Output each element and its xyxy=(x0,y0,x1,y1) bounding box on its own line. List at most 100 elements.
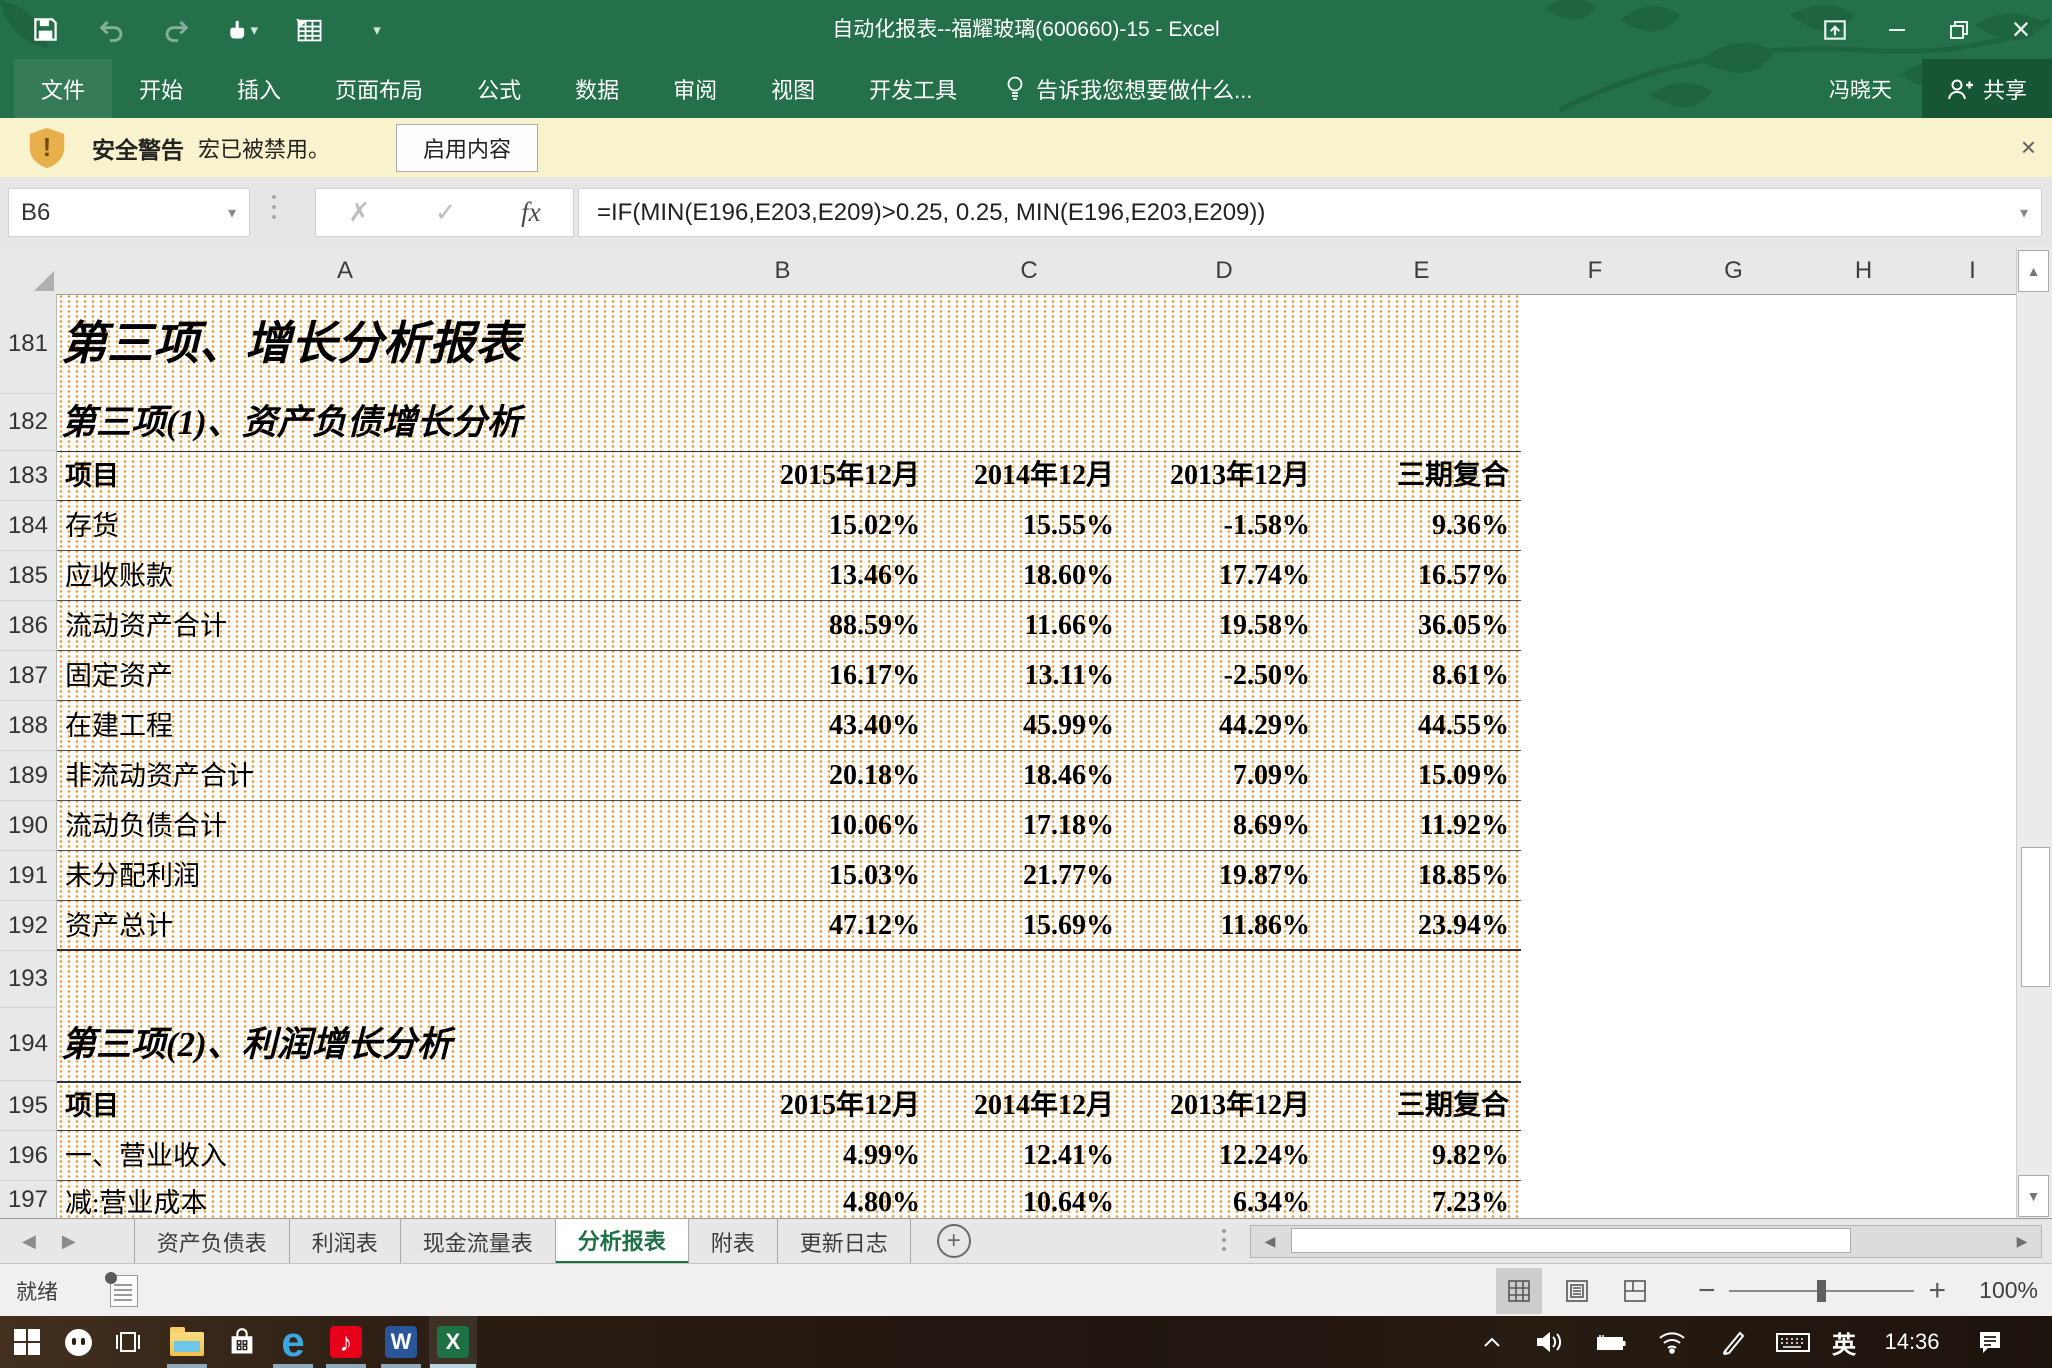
pen-button[interactable] xyxy=(1713,1316,1755,1368)
sheet-tab-analysis[interactable]: 分析报表 xyxy=(556,1219,689,1264)
cell-value[interactable]: 6.34% xyxy=(1126,1181,1322,1218)
warning-close-icon[interactable]: × xyxy=(2021,118,2036,177)
cell-value[interactable]: 43.40% xyxy=(633,701,932,750)
sheet-tab-cashflow[interactable]: 现金流量表 xyxy=(401,1219,556,1264)
section1-subtitle[interactable]: 第三项(1)、资产负债增长分析 xyxy=(57,394,1521,451)
cell-value[interactable]: 11.86% xyxy=(1126,901,1322,949)
zoom-out-icon[interactable]: − xyxy=(1698,1274,1716,1308)
table-row[interactable]: 固定资产 16.17% 13.11% -2.50% 8.61% xyxy=(57,651,1521,701)
header-item[interactable]: 项目 xyxy=(57,452,633,500)
tab-formulas[interactable]: 公式 xyxy=(450,59,548,118)
table-row[interactable]: 在建工程 43.40% 45.99% 44.29% 44.55% xyxy=(57,701,1521,751)
cell-value[interactable]: 45.99% xyxy=(932,701,1126,750)
row-header[interactable]: 192 xyxy=(0,901,57,951)
tab-file[interactable]: 文件 xyxy=(14,59,112,118)
column-header-b[interactable]: B xyxy=(633,247,933,295)
clock[interactable]: 14:36 xyxy=(1872,1316,1952,1368)
cell-value[interactable]: 19.58% xyxy=(1126,601,1322,650)
cell-value[interactable]: 19.87% xyxy=(1126,851,1322,900)
sheet-tab-income[interactable]: 利润表 xyxy=(290,1219,401,1264)
cell-value[interactable]: 15.03% xyxy=(633,851,932,900)
cell-label[interactable]: 固定资产 xyxy=(57,651,633,700)
row-header[interactable]: 197 xyxy=(0,1181,57,1218)
sheet-tab-balance[interactable]: 资产负债表 xyxy=(134,1219,290,1264)
cell-value[interactable]: 47.12% xyxy=(633,901,932,949)
cell-value[interactable]: 21.77% xyxy=(932,851,1126,900)
horizontal-scrollbar[interactable]: ◀ ▶ xyxy=(1250,1225,2042,1258)
cell-value[interactable]: 15.55% xyxy=(932,501,1126,550)
excel-button[interactable]: X xyxy=(429,1316,477,1368)
header-col[interactable]: 2014年12月 xyxy=(932,452,1126,500)
vertical-scroll-thumb[interactable] xyxy=(2021,847,2050,987)
column-header-f[interactable]: F xyxy=(1521,247,1670,295)
name-box[interactable]: B6 ▾ xyxy=(8,188,250,237)
section-title-row[interactable]: 第三项(2)、利润增长分析 xyxy=(57,1008,1521,1081)
close-button[interactable]: × xyxy=(1990,0,2052,59)
ribbon-display-options-icon[interactable] xyxy=(1804,0,1866,59)
volume-button[interactable] xyxy=(1528,1316,1570,1368)
row-header[interactable]: 183 xyxy=(0,451,57,501)
row-header[interactable]: 186 xyxy=(0,601,57,651)
cell-label[interactable]: 非流动资产合计 xyxy=(57,751,633,800)
cell-value[interactable]: 23.94% xyxy=(1322,901,1521,949)
cell-value[interactable]: 16.17% xyxy=(633,651,932,700)
cell-label[interactable]: 资产总计 xyxy=(57,901,633,949)
column-header-i[interactable]: I xyxy=(1929,247,2017,295)
cell-value[interactable]: 18.85% xyxy=(1322,851,1521,900)
tab-home[interactable]: 开始 xyxy=(112,59,210,118)
cell-reference[interactable]: B6 xyxy=(9,199,215,227)
zoom-in-icon[interactable]: + xyxy=(1928,1274,1946,1308)
scroll-down-icon[interactable]: ▼ xyxy=(2018,1175,2049,1217)
sheet-tab-appendix[interactable]: 附表 xyxy=(689,1219,778,1264)
sheet-nav-right-icon[interactable]: ▶ xyxy=(62,1231,76,1252)
tab-review[interactable]: 审阅 xyxy=(646,59,744,118)
cell-value[interactable]: 13.46% xyxy=(633,551,932,600)
zoom-slider[interactable] xyxy=(1729,1290,1914,1292)
table-row[interactable]: 一、营业收入 4.99% 12.41% 12.24% 9.82% xyxy=(57,1131,1521,1181)
dropdown-icon[interactable]: ▾ xyxy=(250,21,258,39)
share-button[interactable]: 共享 xyxy=(1922,59,2052,118)
cell-value[interactable]: 36.05% xyxy=(1322,601,1521,650)
hscroll-left-icon[interactable]: ◀ xyxy=(1251,1226,1289,1257)
undo-icon[interactable] xyxy=(96,15,126,45)
select-all-corner[interactable] xyxy=(0,247,58,295)
netease-music-button[interactable]: ♪ xyxy=(322,1316,370,1368)
table-row[interactable]: 流动资产合计 88.59% 11.66% 19.58% 36.05% xyxy=(57,601,1521,651)
cell-value[interactable]: 18.46% xyxy=(932,751,1126,800)
task-view-button[interactable] xyxy=(104,1316,152,1368)
cell-value[interactable]: 8.61% xyxy=(1322,651,1521,700)
tab-view[interactable]: 视图 xyxy=(744,59,842,118)
section-title-row[interactable]: 第三项、增长分析报表 xyxy=(57,294,1521,394)
header-col[interactable]: 2015年12月 xyxy=(633,452,932,500)
header-col[interactable]: 2015年12月 xyxy=(633,1083,932,1130)
start-button[interactable] xyxy=(3,1316,51,1368)
cell-value[interactable]: 44.29% xyxy=(1126,701,1322,750)
cell-value[interactable]: 8.69% xyxy=(1126,801,1322,850)
row-header[interactable]: 184 xyxy=(0,501,57,551)
page-layout-view-icon[interactable] xyxy=(1554,1268,1600,1314)
save-icon[interactable] xyxy=(30,15,60,45)
cell-value[interactable]: 10.06% xyxy=(633,801,932,850)
restore-button[interactable] xyxy=(1928,0,1990,59)
insert-function-icon[interactable]: fx xyxy=(521,197,541,228)
cell-value[interactable]: 10.64% xyxy=(932,1181,1126,1218)
cell-label[interactable]: 在建工程 xyxy=(57,701,633,750)
cell-value[interactable]: 12.41% xyxy=(932,1131,1126,1180)
expand-formula-bar-icon[interactable]: ▾ xyxy=(2007,203,2041,223)
cell-label[interactable]: 流动负债合计 xyxy=(57,801,633,850)
section-title-row[interactable]: 第三项(1)、资产负债增长分析 xyxy=(57,394,1521,451)
row-header[interactable]: 194 xyxy=(0,1008,57,1081)
horizontal-scroll-thumb[interactable] xyxy=(1291,1228,1851,1253)
tab-split-handle[interactable] xyxy=(1222,1229,1226,1251)
header-col[interactable]: 2013年12月 xyxy=(1126,452,1322,500)
cell-label[interactable]: 存货 xyxy=(57,501,633,550)
column-header-e[interactable]: E xyxy=(1322,247,1522,295)
cell-value[interactable]: 44.55% xyxy=(1322,701,1521,750)
new-sheet-icon[interactable]: + xyxy=(937,1224,971,1258)
cell-value[interactable]: 17.18% xyxy=(932,801,1126,850)
cell-value[interactable]: 12.24% xyxy=(1126,1131,1322,1180)
cell-value[interactable]: 7.23% xyxy=(1322,1181,1521,1218)
cell-value[interactable]: 88.59% xyxy=(633,601,932,650)
cell-label[interactable]: 减:营业成本 xyxy=(57,1181,633,1218)
word-button[interactable]: W xyxy=(377,1316,425,1368)
